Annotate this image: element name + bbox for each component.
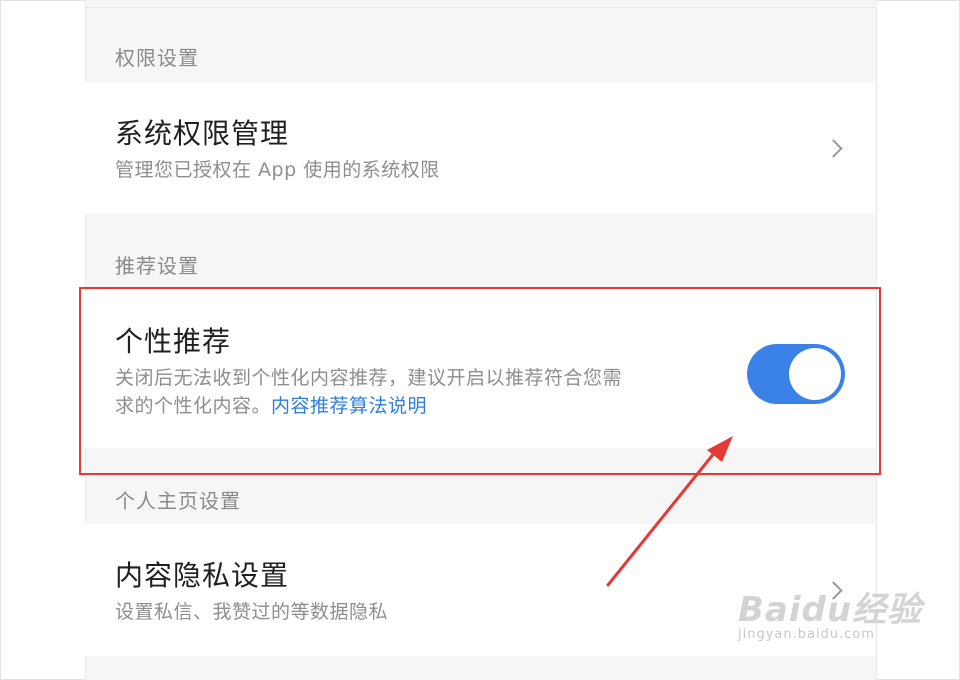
watermark-main: Baidu经验 xyxy=(738,590,923,630)
subtitle-line-2-text: 求的个性化内容。 xyxy=(115,395,272,417)
subtitle-line-1: 关闭后无法收到个性化内容推荐，建议开启以推荐符合您需 xyxy=(115,367,623,389)
top-divider xyxy=(85,7,875,8)
subtitle-line-2: 求的个性化内容。内容推荐算法说明 xyxy=(115,392,735,420)
row-personalized-recommendation: 个性推荐 关闭后无法收到个性化内容推荐，建议开启以推荐符合您需 求的个性化内容。… xyxy=(85,290,875,448)
row-title: 内容隐私设置 xyxy=(115,559,290,592)
chevron-right-icon xyxy=(824,139,843,158)
row-subtitle: 关闭后无法收到个性化内容推荐，建议开启以推荐符合您需 求的个性化内容。内容推荐算… xyxy=(115,364,735,420)
row-title: 个性推荐 xyxy=(115,325,232,358)
row-subtitle: 管理您已授权在 App 使用的系统权限 xyxy=(115,159,440,181)
algorithm-explanation-link[interactable]: 内容推荐算法说明 xyxy=(271,395,427,417)
section-header-permissions: 权限设置 xyxy=(115,46,199,70)
baidu-watermark: Baidu经验 jingyan.baidu.com xyxy=(738,582,938,662)
personalized-recommendation-toggle[interactable] xyxy=(747,344,845,404)
section-header-profile: 个人主页设置 xyxy=(115,489,241,513)
row-subtitle: 设置私信、我赞过的等数据隐私 xyxy=(115,601,389,623)
row-system-permissions[interactable]: 系统权限管理 管理您已授权在 App 使用的系统权限 xyxy=(85,82,875,214)
toggle-knob xyxy=(789,348,841,400)
section-header-recommendation: 推荐设置 xyxy=(115,254,199,278)
row-title: 系统权限管理 xyxy=(115,117,290,150)
